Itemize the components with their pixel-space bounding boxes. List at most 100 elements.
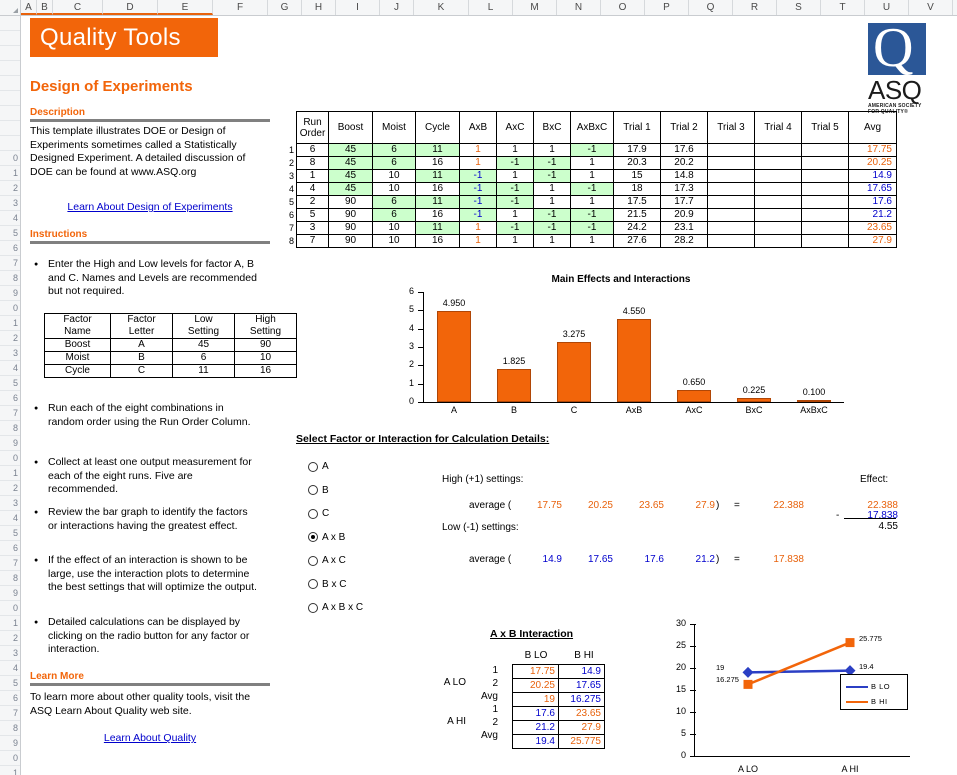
- row-header-18[interactable]: 9: [0, 286, 20, 301]
- learn-doe-link[interactable]: Learn About Design of Experiments: [30, 201, 270, 213]
- doe-cell-t5[interactable]: [801, 234, 849, 248]
- doe-cell-boost[interactable]: 45: [328, 156, 373, 170]
- doe-cell-t4[interactable]: [754, 169, 802, 183]
- doe-cell-t3[interactable]: [707, 143, 755, 157]
- doe-cell-t3[interactable]: [707, 156, 755, 170]
- doe-cell-avg[interactable]: 27.9: [848, 234, 897, 248]
- doe-cell-axb[interactable]: -1: [459, 182, 497, 196]
- doe-cell-avg[interactable]: 17.65: [848, 182, 897, 196]
- row-header-6[interactable]: [0, 106, 20, 121]
- doe-cell-run[interactable]: 8: [296, 156, 329, 170]
- doe-cell-boost[interactable]: 90: [328, 208, 373, 222]
- doe-cell-t3[interactable]: [707, 234, 755, 248]
- row-header-0[interactable]: [0, 16, 20, 31]
- column-header-H[interactable]: H: [302, 0, 336, 15]
- row-header-1[interactable]: [0, 31, 20, 46]
- doe-cell-t2[interactable]: 28.2: [660, 234, 708, 248]
- doe-cell-cycle[interactable]: 11: [415, 169, 460, 183]
- row-header-30[interactable]: 1: [0, 466, 20, 481]
- row-header-bar[interactable]: 0123456789012345678901234567890123456789…: [0, 16, 21, 775]
- doe-cell-boost[interactable]: 45: [328, 169, 373, 183]
- doe-cell-axbxc[interactable]: -1: [570, 143, 614, 157]
- row-header-23[interactable]: 4: [0, 361, 20, 376]
- row-header-34[interactable]: 5: [0, 526, 20, 541]
- doe-cell-cycle[interactable]: 11: [415, 143, 460, 157]
- row-header-14[interactable]: 5: [0, 226, 20, 241]
- doe-cell-moist[interactable]: 6: [372, 156, 416, 170]
- doe-cell-t5[interactable]: [801, 221, 849, 235]
- doe-cell-t1[interactable]: 17.9: [613, 143, 661, 157]
- row-header-16[interactable]: 7: [0, 256, 20, 271]
- radio-button-b[interactable]: [308, 485, 318, 495]
- column-header-B[interactable]: B: [37, 0, 53, 15]
- row-header-32[interactable]: 3: [0, 496, 20, 511]
- column-header-J[interactable]: J: [380, 0, 414, 15]
- row-header-15[interactable]: 6: [0, 241, 20, 256]
- doe-cell-t5[interactable]: [801, 169, 849, 183]
- doe-cell-t5[interactable]: [801, 143, 849, 157]
- doe-cell-t2[interactable]: 20.2: [660, 156, 708, 170]
- doe-cell-boost[interactable]: 45: [328, 143, 373, 157]
- doe-cell-axc[interactable]: -1: [496, 182, 534, 196]
- doe-cell-t2[interactable]: 17.3: [660, 182, 708, 196]
- row-header-47[interactable]: 8: [0, 721, 20, 736]
- radio-option-bxc[interactable]: B x C: [308, 579, 346, 590]
- radio-button-axc[interactable]: [308, 555, 318, 566]
- radio-option-axb[interactable]: A x B: [308, 532, 345, 543]
- doe-cell-axb[interactable]: -1: [459, 208, 497, 222]
- column-header-V[interactable]: V: [909, 0, 953, 15]
- doe-cell-moist[interactable]: 10: [372, 182, 416, 196]
- doe-table[interactable]: Run Order Boost Moist Cycle AxB AxC BxC AxBxC Tri…: [296, 111, 897, 248]
- doe-cell-boost[interactable]: 45: [328, 182, 373, 196]
- doe-cell-bxc[interactable]: 1: [533, 182, 571, 196]
- doe-cell-bxc[interactable]: -1: [533, 221, 571, 235]
- doe-cell-t4[interactable]: [754, 195, 802, 209]
- doe-cell-bxc[interactable]: -1: [533, 156, 571, 170]
- doe-cell-t2[interactable]: 17.7: [660, 195, 708, 209]
- row-header-33[interactable]: 4: [0, 511, 20, 526]
- doe-cell-avg[interactable]: 17.6: [848, 195, 897, 209]
- table-row[interactable]: 2 90 6 11 -1 -1 1 1 17.5 17.7 17.6: [296, 195, 897, 209]
- doe-cell-axb[interactable]: 1: [459, 234, 497, 248]
- radio-option-b[interactable]: B: [308, 485, 329, 496]
- doe-cell-t4[interactable]: [754, 156, 802, 170]
- row-header-4[interactable]: [0, 76, 20, 91]
- doe-cell-t3[interactable]: [707, 195, 755, 209]
- doe-cell-bxc[interactable]: 1: [533, 195, 571, 209]
- column-header-F[interactable]: F: [213, 0, 268, 15]
- column-header-T[interactable]: T: [821, 0, 865, 15]
- doe-cell-run[interactable]: 7: [296, 234, 329, 248]
- table-row[interactable]: 6 45 6 11 1 1 1 -1 17.9 17.6 17.75: [296, 143, 897, 157]
- row-header-41[interactable]: 2: [0, 631, 20, 646]
- row-header-44[interactable]: 5: [0, 676, 20, 691]
- doe-cell-avg[interactable]: 14.9: [848, 169, 897, 183]
- row-header-12[interactable]: 3: [0, 196, 20, 211]
- doe-cell-t2[interactable]: 20.9: [660, 208, 708, 222]
- doe-cell-cycle[interactable]: 11: [415, 221, 460, 235]
- doe-cell-t2[interactable]: 23.1: [660, 221, 708, 235]
- column-header-bar[interactable]: ABCDEFGHIJKLMNOPQRSTUV: [0, 0, 957, 16]
- column-header-S[interactable]: S: [777, 0, 821, 15]
- row-header-9[interactable]: 0: [0, 151, 20, 166]
- row-header-37[interactable]: 8: [0, 571, 20, 586]
- doe-cell-axbxc[interactable]: -1: [570, 182, 614, 196]
- table-row[interactable]: 3 90 10 11 1 -1 -1 -1 24.2 23.1 23.65: [296, 221, 897, 235]
- row-header-29[interactable]: 0: [0, 451, 20, 466]
- column-header-A[interactable]: A: [21, 0, 37, 15]
- radio-option-c[interactable]: C: [308, 508, 329, 519]
- doe-cell-run[interactable]: 2: [296, 195, 329, 209]
- doe-cell-moist[interactable]: 10: [372, 169, 416, 183]
- row-header-24[interactable]: 5: [0, 376, 20, 391]
- doe-cell-axb[interactable]: -1: [459, 195, 497, 209]
- doe-cell-cycle[interactable]: 16: [415, 234, 460, 248]
- row-header-13[interactable]: 4: [0, 211, 20, 226]
- doe-cell-run[interactable]: 4: [296, 182, 329, 196]
- doe-cell-bxc[interactable]: -1: [533, 208, 571, 222]
- row-header-7[interactable]: [0, 121, 20, 136]
- table-row[interactable]: 4 45 10 16 -1 -1 1 -1 18 17.3 17.65: [296, 182, 897, 196]
- row-header-8[interactable]: [0, 136, 20, 151]
- row-header-25[interactable]: 6: [0, 391, 20, 406]
- table-row[interactable]: 5 90 6 16 -1 1 -1 -1 21.5 20.9 21.2: [296, 208, 897, 222]
- column-header-L[interactable]: L: [469, 0, 513, 15]
- doe-cell-moist[interactable]: 10: [372, 234, 416, 248]
